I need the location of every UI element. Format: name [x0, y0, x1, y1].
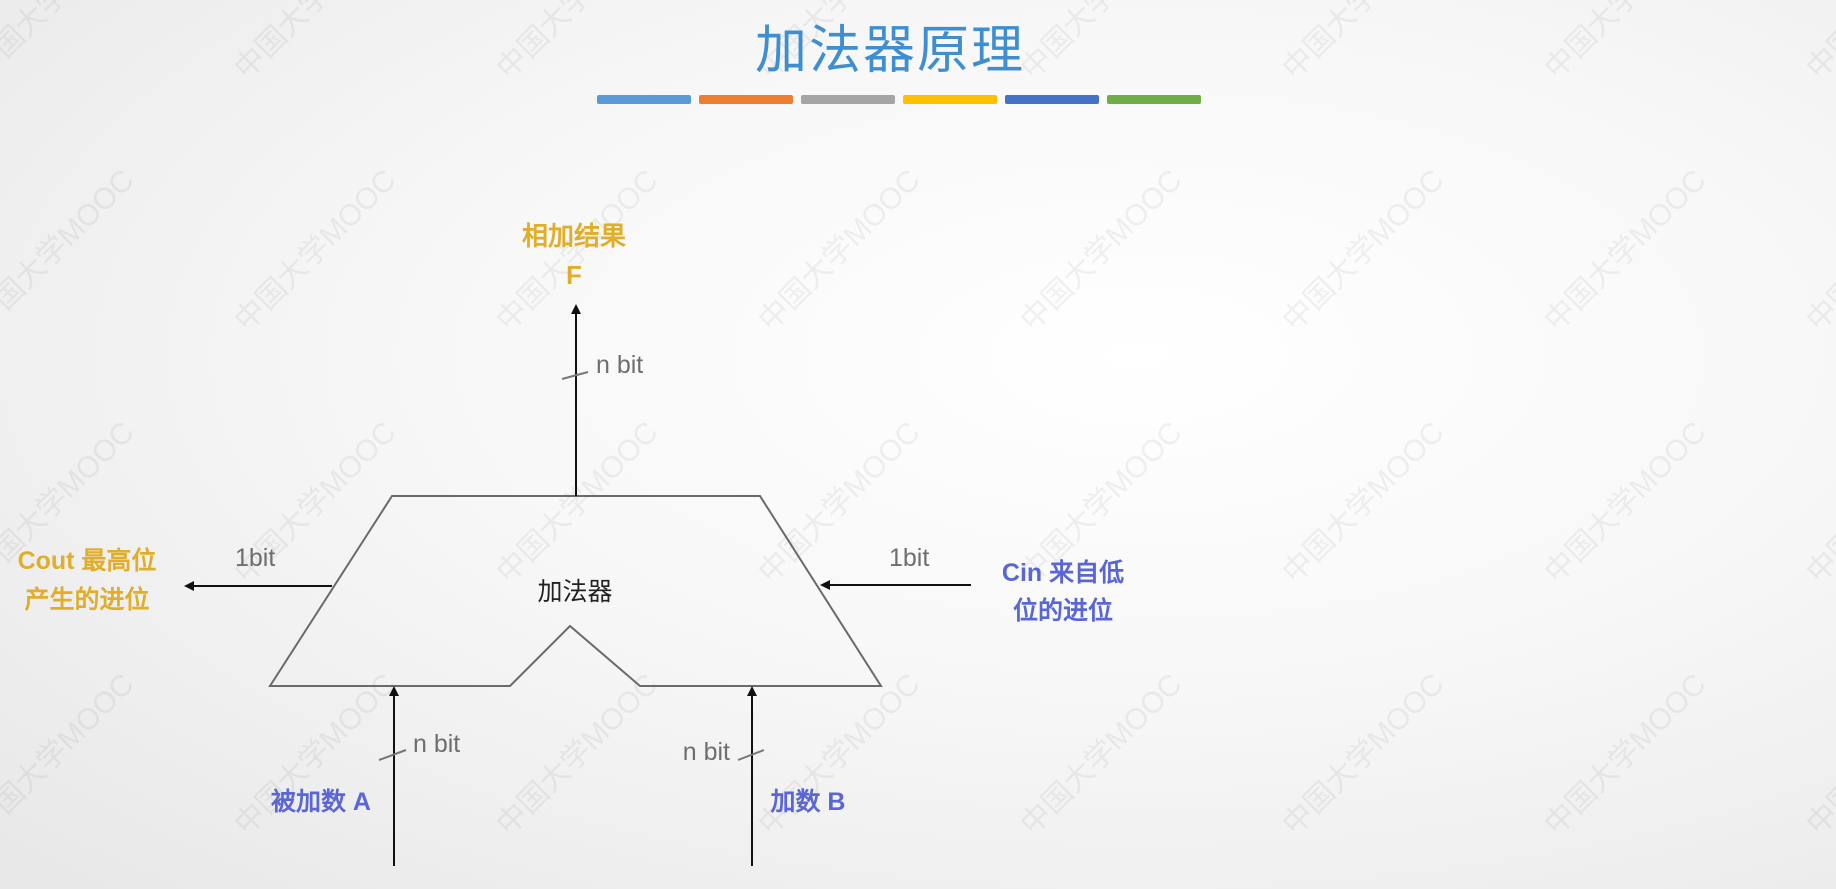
input-b-width-label: n bit	[683, 738, 730, 766]
adder-block-label: 加法器	[537, 578, 612, 606]
cin-label-line1: Cin 来自低	[1002, 559, 1124, 587]
cout-label-line2: 产生的进位	[24, 585, 149, 614]
cin-label-line2: 位的进位	[1013, 596, 1113, 625]
input-a-width-slash	[378, 749, 407, 761]
output-label-line2: F	[566, 260, 582, 290]
input-a-label: 被加数 A	[271, 788, 371, 816]
adder-diagram: 加法器 n bit 相加结果 F 1bit Cout 最高位 产生的进位 1bi…	[18, 221, 1124, 866]
output-width-label: n bit	[596, 351, 643, 379]
output-label-line1: 相加结果	[522, 221, 626, 251]
slide: 中国大学MOOC 中国大学MOOC 中国大学MOOC 中国大学MOOC 中国大学MOOC…	[0, 0, 1836, 889]
cin-width-label: 1bit	[889, 544, 929, 572]
cout-width-label: 1bit	[235, 544, 275, 572]
input-b-label: 加数 B	[769, 788, 845, 816]
cout-label-line1: Cout 最高位	[18, 546, 157, 575]
input-a-width-label: n bit	[413, 730, 460, 758]
